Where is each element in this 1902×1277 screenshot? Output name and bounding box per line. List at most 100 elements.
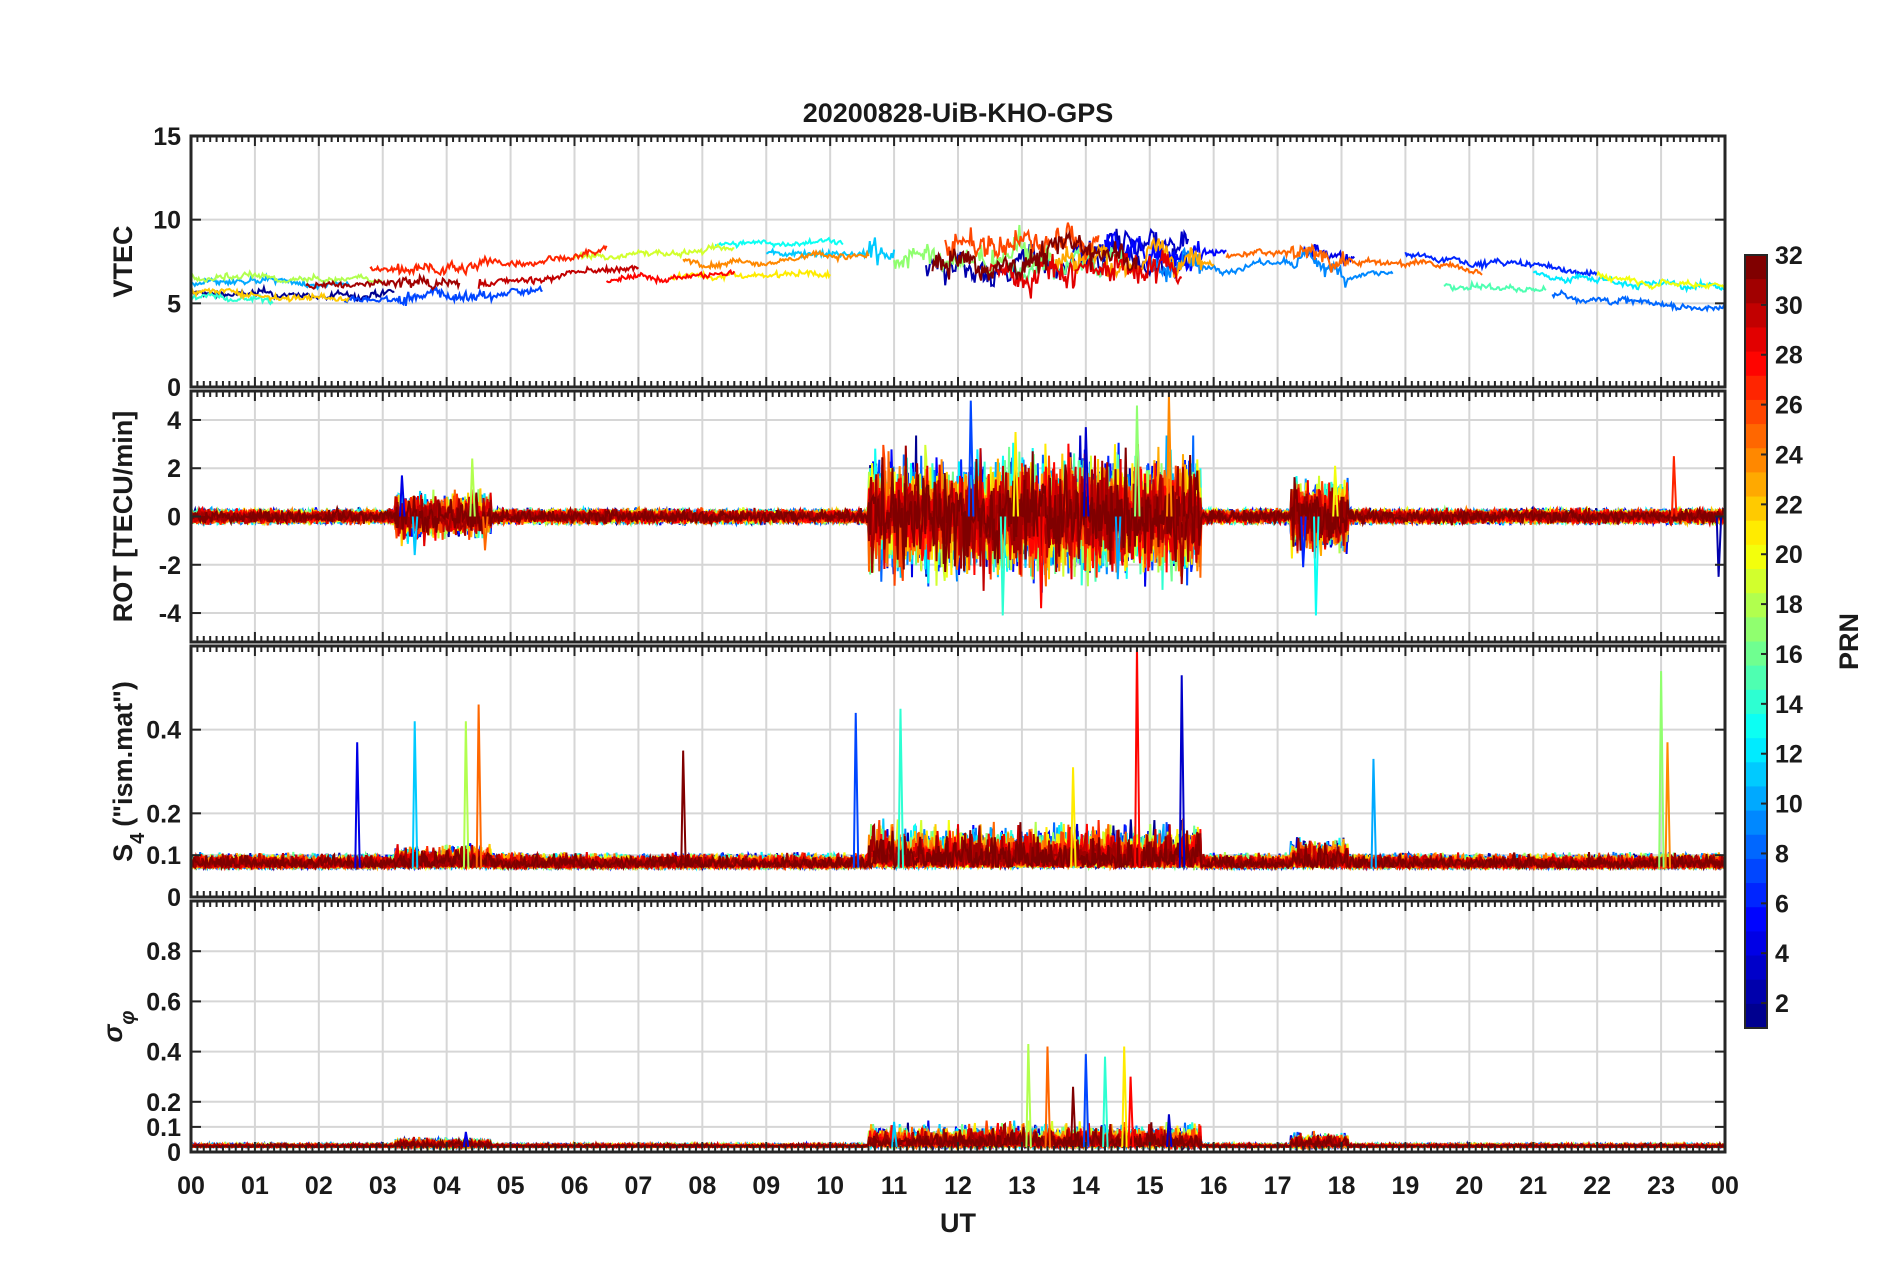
x-tick-label: 07: [625, 1172, 653, 1200]
x-tick-label: 19: [1392, 1172, 1420, 1200]
y-tick-label: 0: [167, 884, 181, 912]
spike: [1670, 456, 1678, 517]
colorbar-swatch: [1745, 448, 1767, 474]
colorbar-tick-label: 12: [1775, 741, 1803, 769]
colorbar: 2468101214161820222426283032PRN: [1744, 242, 1864, 1029]
y-tick-label: 0.1: [146, 1114, 181, 1142]
colorbar-swatch: [1745, 303, 1767, 329]
spike: [1370, 758, 1378, 868]
colorbar-swatch: [1745, 955, 1767, 981]
series-prn-13: [714, 236, 844, 250]
colorbar-swatch: [1745, 810, 1767, 836]
x-tick-label: 14: [1072, 1172, 1100, 1200]
chart-svg: 20200828-UiB-KHO-GPS 051015VTEC-4-2024RO…: [98, 98, 1864, 1238]
spike: [411, 721, 419, 868]
colorbar-swatch: [1745, 713, 1767, 739]
y-tick-label: 0: [167, 374, 181, 402]
x-tick-label: 00: [177, 1172, 205, 1200]
colorbar-tick-label: 24: [1775, 441, 1803, 469]
colorbar-tick-label: 18: [1775, 591, 1803, 619]
colorbar-swatch: [1745, 496, 1767, 522]
x-tick-labels: 00 01 02 03 04 05 06 07 08 09 10 11 12 13 14 15 16 17 18 19…: [177, 1172, 1739, 1200]
x-tick-label: 18: [1328, 1172, 1356, 1200]
x-tick-label: 17: [1264, 1172, 1292, 1200]
colorbar-swatch: [1745, 255, 1767, 280]
x-tick-label: 01: [241, 1172, 269, 1200]
colorbar-swatch: [1745, 979, 1767, 1005]
x-tick-label: 23: [1647, 1172, 1675, 1200]
colorbar-swatch: [1745, 762, 1767, 788]
x-tick-label: 12: [944, 1172, 972, 1200]
y-tick-label: 0.6: [146, 988, 181, 1016]
colorbar-tick-label: 14: [1775, 691, 1803, 719]
x-tick-label: 09: [752, 1172, 780, 1200]
y-axis-label: VTEC: [108, 225, 138, 297]
x-axis-label: UT: [940, 1208, 976, 1238]
colorbar-swatch: [1745, 665, 1767, 691]
colorbar-tick-label: 2: [1775, 990, 1789, 1018]
panel-sigma_phi: 00.10.2 0.4 0.6 0.8 σφ: [98, 899, 1727, 1167]
colorbar-swatch: [1745, 327, 1767, 353]
colorbar-tick-label: 10: [1775, 791, 1803, 819]
colorbar-swatch: [1745, 520, 1767, 546]
colorbar-label: PRN: [1834, 613, 1864, 670]
figure: 20200828-UiB-KHO-GPS 0 5 10 15 VTEC -4 -2 0 2 4 RO…: [0, 0, 1902, 1272]
colorbar-swatch: [1745, 569, 1767, 594]
colorbar-swatch: [1745, 472, 1767, 498]
colorbar-tick-label: 8: [1775, 840, 1789, 868]
x-tick-label: 00: [1711, 1172, 1739, 1200]
colorbar-tick-label: 22: [1775, 491, 1803, 519]
series-prn-12: [1532, 270, 1725, 294]
colorbar-swatch: [1745, 1003, 1767, 1029]
colorbar-tick-label: 6: [1775, 890, 1789, 918]
colorbar-tick-label: 16: [1775, 641, 1803, 669]
colorbar-tick-label: 26: [1775, 392, 1803, 420]
spike: [1715, 516, 1723, 577]
colorbar-tick-label: 4: [1775, 940, 1789, 968]
colorbar-swatch: [1745, 738, 1767, 763]
y-tick-label: 0.1: [146, 842, 181, 870]
panel-vtec: 0 5 10 15 VTEC: [108, 123, 1727, 402]
x-tick-label: 06: [561, 1172, 589, 1200]
x-tick-label: 03: [369, 1172, 397, 1200]
x-tick-label: 05: [497, 1172, 525, 1200]
colorbar-tick-label: 28: [1775, 342, 1803, 370]
y-axis-label: ROT [TECU/min]: [108, 411, 138, 622]
panel-s4: 0 0.1 0.2 0.4S4("ism.mat"): [108, 644, 1727, 912]
series-prn-27: [369, 244, 608, 277]
y-axis-label: σφ: [98, 1011, 139, 1043]
colorbar-swatch: [1745, 786, 1767, 812]
x-tick-label: 04: [433, 1172, 461, 1200]
y-tick-label: 5: [167, 290, 181, 318]
x-tick-label: 20: [1455, 1172, 1483, 1200]
y-tick-label: 10: [153, 207, 181, 235]
x-tick-label: 13: [1008, 1172, 1036, 1200]
colorbar-tick-label: 20: [1775, 541, 1803, 569]
x-tick-label: 11: [881, 1172, 908, 1200]
x-tick-label: 16: [1200, 1172, 1228, 1200]
x-tick-label: 08: [688, 1172, 716, 1200]
panel-rot: -4 -2 0 2 4 ROT [TECU/min]: [108, 389, 1727, 644]
colorbar-swatch: [1745, 424, 1767, 449]
y-tick-label: 4: [167, 407, 181, 435]
colorbar-swatch: [1745, 834, 1767, 860]
y-tick-label: 0: [167, 1139, 181, 1167]
colorbar-tick-label: 32: [1775, 242, 1803, 270]
colorbar-swatch: [1745, 689, 1767, 715]
y-tick-label: 0.4: [146, 1039, 181, 1067]
y-tick-label: 0.8: [146, 938, 181, 966]
colorbar-swatch: [1745, 279, 1767, 304]
y-tick-label: 2: [167, 455, 181, 483]
y-tick-label: 0: [167, 504, 181, 532]
colorbar-swatch: [1745, 375, 1767, 401]
spike: [852, 712, 860, 868]
x-tick-label: 02: [305, 1172, 333, 1200]
colorbar-swatch: [1745, 858, 1767, 884]
y-axis-label: S4("ism.mat"): [108, 681, 149, 862]
x-tick-label: 10: [816, 1172, 844, 1200]
spike: [680, 750, 687, 868]
colorbar-swatch: [1745, 617, 1767, 643]
x-tick-label: 21: [1519, 1172, 1547, 1200]
colorbar-swatch: [1745, 593, 1767, 618]
series-prn-30: [477, 263, 640, 289]
